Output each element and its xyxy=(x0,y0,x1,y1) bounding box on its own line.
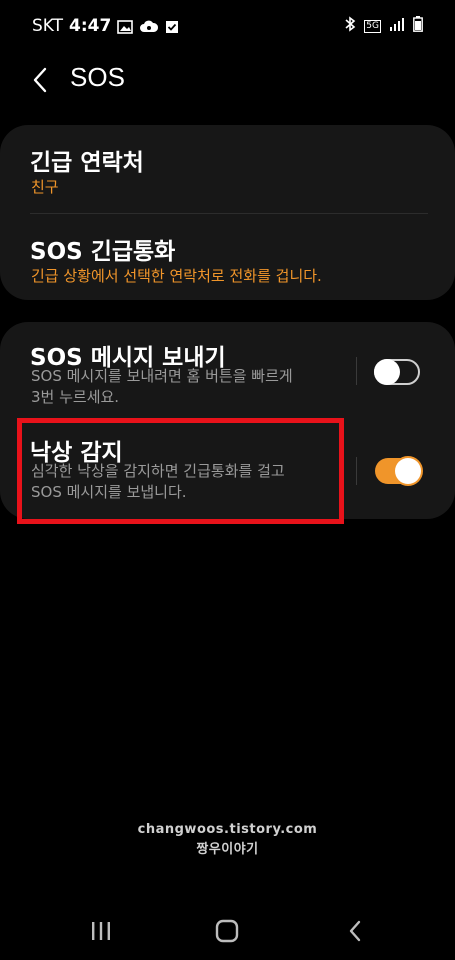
back-nav-button[interactable] xyxy=(340,918,370,944)
toggle-divider xyxy=(356,457,357,485)
cloud-sync-icon xyxy=(139,19,159,33)
signal-icon xyxy=(389,16,405,36)
back-arrow-icon xyxy=(349,920,361,942)
send-sos-description-line1: SOS 메시지를 보내려면 홈 버튼을 빠르게 xyxy=(31,367,293,385)
send-sos-item[interactable]: SOS 메시지 보내기 SOS 메시지를 보내려면 홈 버튼을 빠르게 3번 누… xyxy=(0,322,455,418)
emergency-contacts-item[interactable]: 긴급 연락처 친구 xyxy=(0,125,455,213)
toggle-knob xyxy=(374,359,400,385)
emergency-contacts-title: 긴급 연락처 xyxy=(30,150,144,176)
toggle-divider xyxy=(356,357,357,385)
navigation-bar xyxy=(0,900,455,960)
checklist-icon xyxy=(165,19,181,33)
header: SOS xyxy=(0,58,455,102)
clock: 4:47 xyxy=(69,16,112,36)
sos-call-description: 긴급 상황에서 선택한 연락처로 전화를 겁니다. xyxy=(31,267,322,285)
send-sos-toggle[interactable] xyxy=(374,359,420,385)
network-type-label: 5G xyxy=(366,20,379,31)
watermark-name: 짱우이야기 xyxy=(196,842,259,857)
gallery-icon xyxy=(117,19,134,34)
status-right: 5G xyxy=(344,15,423,37)
contacts-card: 긴급 연락처 친구 SOS 긴급통화 긴급 상황에서 선택한 연락처로 전화를 … xyxy=(0,125,455,300)
page-title: SOS xyxy=(70,62,125,92)
recent-apps-icon xyxy=(92,922,110,940)
home-icon xyxy=(215,919,239,943)
carrier-label: SKT xyxy=(32,16,64,36)
sos-call-title: SOS 긴급통화 xyxy=(30,239,176,265)
chevron-left-icon xyxy=(33,67,47,93)
send-sos-description-line2: 3번 누르세요. xyxy=(31,388,120,406)
fall-detection-toggle[interactable] xyxy=(375,458,421,484)
back-button[interactable] xyxy=(26,64,54,96)
battery-icon xyxy=(413,15,423,37)
toggle-knob xyxy=(395,458,421,484)
status-bar: SKT 4:47 5G xyxy=(0,0,455,52)
sos-call-item[interactable]: SOS 긴급통화 긴급 상황에서 선택한 연락처로 전화를 겁니다. xyxy=(0,214,455,300)
highlight-box xyxy=(17,418,344,524)
home-button[interactable] xyxy=(212,918,242,944)
status-left: SKT 4:47 xyxy=(32,16,181,36)
bluetooth-icon xyxy=(344,15,356,37)
network-type-badge: 5G xyxy=(364,19,381,33)
emergency-contacts-value: 친구 xyxy=(31,178,59,196)
recent-apps-button[interactable] xyxy=(86,918,116,944)
watermark-url: changwoos.tistory.com xyxy=(137,822,318,837)
